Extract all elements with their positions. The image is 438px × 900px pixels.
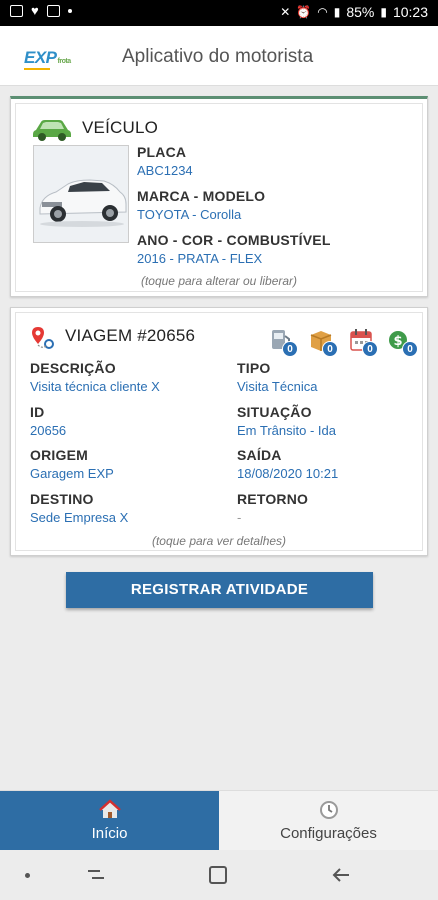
departure-value: 18/08/2020 10:21 <box>237 466 339 481</box>
fuel-badge[interactable]: 0 <box>268 327 298 357</box>
trip-card[interactable]: VIAGEM #20656 0 0 0 $ 0 DESCRIÇÃO Visita… <box>10 307 428 556</box>
brand-model-value: TOYOTA - Corolla <box>137 207 242 222</box>
type-value: Visita Técnica <box>237 379 318 394</box>
alarm-icon: ⏰ <box>296 5 312 19</box>
vehicle-title: VEÍCULO <box>82 118 159 137</box>
calendar-count: 0 <box>362 341 378 357</box>
box-count: 0 <box>322 341 338 357</box>
battery-icon: ▮ <box>380 5 387 19</box>
map-pin-icon <box>32 327 54 349</box>
status-label: SITUAÇÃO <box>237 404 312 420</box>
mail-notification-icon <box>46 5 60 17</box>
nav-settings[interactable]: Configurações <box>219 791 438 851</box>
trip-hint: (toque para ver detalhes) <box>151 534 287 548</box>
origin-value: Garagem EXP <box>30 466 114 481</box>
notification-icons: ♥ <box>10 3 72 18</box>
mute-icon: ✕ <box>280 5 291 19</box>
home-button-icon[interactable] <box>209 866 227 884</box>
nav-home-label: Início <box>91 825 128 842</box>
vehicle-photo-image <box>34 146 128 242</box>
more-notifications-icon <box>67 9 72 13</box>
trip-card-inner: VIAGEM #20656 0 0 0 $ 0 DESCRIÇÃO Visita… <box>15 312 423 551</box>
plate-value: ABC1234 <box>137 163 193 178</box>
clock-icon <box>319 801 338 819</box>
app-bar: EXPfrota Aplicativo do motorista <box>0 26 438 86</box>
type-label: TIPO <box>237 360 271 376</box>
vehicle-hint: (toque para alterar ou liberar) <box>140 274 298 288</box>
signal-icon: ▮ <box>333 5 341 19</box>
destination-label: DESTINO <box>30 491 94 507</box>
return-value: - <box>237 510 242 525</box>
bottom-nav: Início Configurações <box>0 790 438 851</box>
trip-badges: 0 0 0 $ 0 <box>268 327 418 357</box>
status-bar: ♥ ✕ ⏰ ◠ ▮ 85% ▮ 10:23 <box>0 0 438 26</box>
nav-dot-icon[interactable] <box>25 873 30 878</box>
destination-value: Sede Empresa X <box>30 510 129 525</box>
status-value: Em Trânsito - Ida <box>237 423 336 438</box>
car-icon <box>33 120 71 141</box>
vehicle-card-inner: VEÍCULO PLACA ABC1234 MARCA - MODELO TOY… <box>15 103 423 292</box>
plate-label: PLACA <box>137 144 187 160</box>
return-label: RETORNO <box>237 491 309 507</box>
logo-text: EXP <box>24 48 57 67</box>
home-icon <box>98 799 121 818</box>
nav-home[interactable]: Início <box>0 791 219 851</box>
wifi-icon: ◠ <box>317 5 328 19</box>
departure-label: SAÍDA <box>237 447 282 463</box>
logo-underline <box>24 68 50 70</box>
description-value: Visita técnica cliente X <box>30 379 160 394</box>
recent-apps-icon[interactable] <box>86 866 106 884</box>
year-color-fuel-label: ANO - COR - COMBUSTÍVEL <box>137 232 331 248</box>
app-logo: EXPfrota <box>24 48 72 70</box>
calendar-badge[interactable]: 0 <box>348 327 378 357</box>
vehicle-card[interactable]: VEÍCULO PLACA ABC1234 MARCA - MODELO TOY… <box>10 96 428 297</box>
id-value: 20656 <box>30 423 67 438</box>
clock-time: 10:23 <box>392 4 428 20</box>
id-label: ID <box>30 404 45 420</box>
box-badge[interactable]: 0 <box>308 327 338 357</box>
vehicle-photo <box>33 145 129 243</box>
description-label: DESCRIÇÃO <box>30 360 116 376</box>
heart-notification-icon: ♥ <box>31 3 39 18</box>
trip-title: VIAGEM #20656 <box>65 326 196 345</box>
register-activity-button[interactable]: REGISTRAR ATIVIDADE <box>66 572 373 608</box>
image-notification-icon <box>10 5 23 17</box>
year-color-fuel-value: 2016 - PRATA - FLEX <box>137 251 263 266</box>
fuel-count: 0 <box>282 341 298 357</box>
battery-percent: 85% <box>346 4 375 20</box>
money-badge[interactable]: $ 0 <box>388 327 418 357</box>
logo-sub: frota <box>57 58 72 65</box>
system-nav-bar <box>0 850 438 900</box>
brand-model-label: MARCA - MODELO <box>137 188 266 204</box>
system-status: ✕ ⏰ ◠ ▮ 85% ▮ 10:23 <box>280 4 428 20</box>
money-count: 0 <box>402 341 418 357</box>
origin-label: ORIGEM <box>30 447 88 463</box>
back-icon[interactable] <box>331 865 351 885</box>
nav-settings-label: Configurações <box>280 825 377 842</box>
app-title: Aplicativo do motorista <box>122 46 314 67</box>
